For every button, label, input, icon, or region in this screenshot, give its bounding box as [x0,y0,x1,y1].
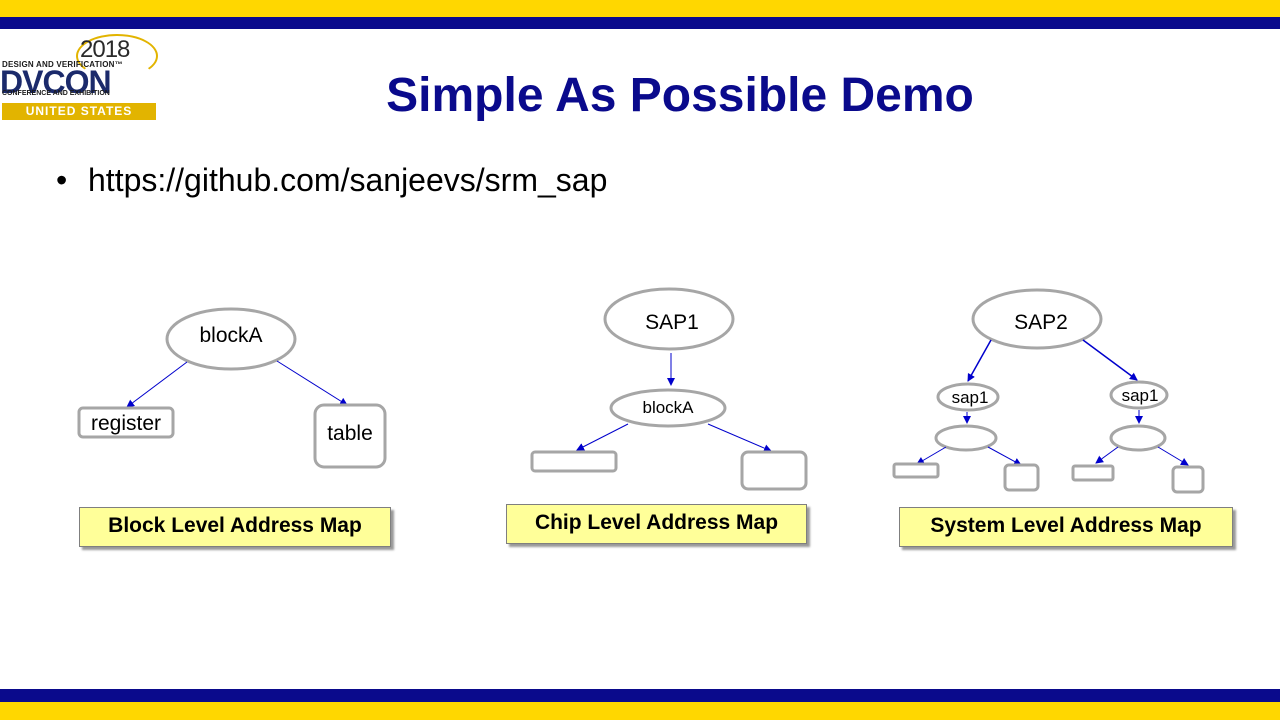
chip-map-caption: Chip Level Address Map [506,504,807,544]
block-register-label: register [91,412,161,435]
block-root-label: blockA [199,324,262,347]
system-left-sub-arrow-right [987,446,1022,466]
system-child-right-label: sap1 [1122,386,1159,405]
system-right-leaf-left [1071,464,1115,482]
block-table-label: table [327,422,373,445]
chip-child-label: blockA [642,398,694,417]
system-child-left-label: sap1 [952,388,989,407]
system-left-sub-arrow-left [916,446,947,465]
system-right-sub-node [1109,424,1167,452]
chip-leaf-right [740,450,808,491]
system-left-sub-node [934,424,998,452]
system-right-leaf-right [1171,465,1205,494]
chip-leaf-left [530,450,618,473]
system-right-sub-arrow-right [1157,446,1189,466]
system-map-caption: System Level Address Map [899,507,1233,547]
chip-root-label: SAP1 [645,311,699,334]
chip-arrow-right [707,423,772,452]
system-map: SAP2 sap1 sap1 [892,288,1205,494]
system-right-sub-arrow-left [1095,446,1119,464]
system-arrow-right [1082,339,1138,381]
system-left-leaf-left [892,462,940,479]
chip-map: SAP1 blockA [530,287,808,491]
block-map: blockA register table [77,307,387,469]
system-arrow-left [967,339,992,382]
address-map-diagrams: blockA register table SAP1 blockA SAP2 s… [77,287,1205,494]
block-map-caption: Block Level Address Map [79,507,391,547]
block-arrow-left [126,361,188,408]
system-root-label: SAP2 [1014,311,1068,334]
block-arrow-right [276,360,348,406]
chip-arrow-left [576,423,629,451]
system-left-leaf-right [1003,463,1040,492]
